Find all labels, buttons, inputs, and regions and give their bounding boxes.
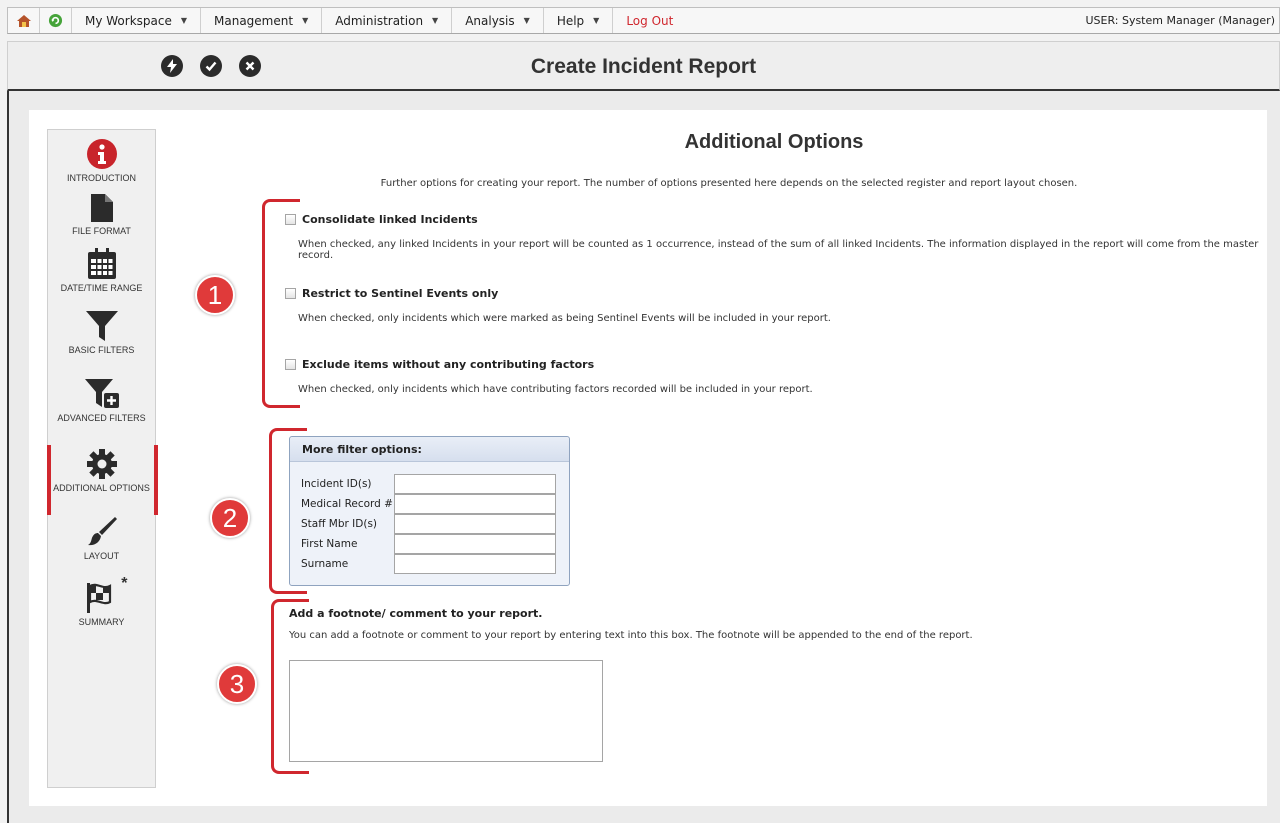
field-label: Medical Record # (301, 498, 393, 510)
callout-badge-1: 1 (195, 275, 235, 315)
incident-id-input[interactable] (394, 474, 556, 494)
footnote-title: Add a footnote/ comment to your report. (289, 607, 543, 620)
contributing-factors-checkbox[interactable] (285, 359, 296, 370)
field-label: Staff Mbr ID(s) (301, 518, 378, 530)
section-description: Further options for creating your report… (380, 178, 1078, 189)
menu-my-workspace[interactable]: My Workspace ▼ (72, 8, 202, 33)
filter-row-first-name: First Name (301, 534, 556, 554)
option-label: Restrict to Sentinel Events only (302, 287, 499, 300)
filter-row-medical-record: Medical Record # (301, 494, 556, 514)
option-description: When checked, only incidents which have … (298, 384, 813, 395)
consolidate-linked-checkbox[interactable] (285, 214, 296, 225)
more-filter-options-panel: More filter options: Incident ID(s) Medi… (289, 436, 570, 586)
footnote-textarea[interactable] (289, 660, 603, 762)
footnote-description: You can add a footnote or comment to you… (289, 630, 973, 641)
filter-icon (85, 311, 118, 341)
medical-record-input[interactable] (394, 494, 556, 514)
filter-row-surname: Surname (301, 554, 556, 574)
field-label: Incident ID(s) (301, 478, 372, 490)
option-consolidate-linked: Consolidate linked Incidents When checke… (285, 213, 1260, 261)
top-navigation-bar: My Workspace ▼ Management ▼ Administration… (7, 7, 1280, 34)
file-icon (90, 194, 113, 222)
home-icon[interactable] (8, 8, 40, 33)
calendar-icon (87, 248, 116, 279)
logout-link[interactable]: Log Out (613, 8, 686, 33)
chevron-down-icon: ▼ (180, 16, 188, 25)
field-label: First Name (301, 538, 358, 550)
summary-marker: * (121, 575, 128, 592)
first-name-input[interactable] (394, 534, 556, 554)
field-label: Surname (301, 558, 349, 570)
page-title: Create Incident Report (530, 55, 757, 78)
gear-icon (86, 449, 117, 479)
sidebar-item-introduction[interactable]: INTRODUCTION (48, 138, 155, 184)
user-label: USER: System Manager (Manager) (1085, 14, 1275, 27)
sidebar-item-additional-options[interactable]: ADDITIONAL OPTIONS (47, 445, 158, 515)
sidebar-item-layout[interactable]: LAYOUT (48, 516, 155, 562)
menu-administration[interactable]: Administration ▼ (322, 8, 453, 33)
staff-id-input[interactable] (394, 514, 556, 534)
option-description: When checked, any linked Incidents in yo… (298, 239, 1259, 261)
option-sentinel-events: Restrict to Sentinel Events only When ch… (285, 287, 1260, 324)
info-icon (86, 139, 117, 169)
chevron-down-icon: ▼ (302, 16, 309, 25)
callout-badge-3: 3 (217, 664, 257, 704)
option-label: Exclude items without any contributing f… (302, 358, 595, 371)
sidebar-item-basic-filters[interactable]: BASIC FILTERS (48, 310, 155, 356)
section-title: Additional Options (684, 131, 864, 153)
menu-management[interactable]: Management ▼ (201, 8, 323, 33)
filter-row-staff-id: Staff Mbr ID(s) (301, 514, 556, 534)
refresh-icon[interactable] (40, 8, 72, 33)
chevron-down-icon: ▼ (593, 16, 600, 25)
filter-panel-heading: More filter options: (290, 437, 569, 462)
content-frame: INTRODUCTION FILE FORMAT DATE/TIME RANGE… (7, 91, 1280, 823)
menu-analysis[interactable]: Analysis ▼ (452, 8, 544, 33)
surname-input[interactable] (394, 554, 556, 574)
menu-help[interactable]: Help ▼ (544, 8, 614, 33)
callout-badge-2: 2 (210, 498, 250, 538)
option-contributing-factors: Exclude items without any contributing f… (285, 358, 1260, 395)
wizard-sidebar: INTRODUCTION FILE FORMAT DATE/TIME RANGE… (47, 129, 158, 788)
sentinel-events-checkbox[interactable] (285, 288, 296, 299)
chevron-down-icon: ▼ (432, 16, 439, 25)
wizard-panel: INTRODUCTION FILE FORMAT DATE/TIME RANGE… (29, 110, 1267, 806)
toolbar: Create Incident Report (7, 41, 1280, 91)
option-description: When checked, only incidents which were … (298, 313, 831, 324)
sidebar-item-date-time-range[interactable]: DATE/TIME RANGE (48, 248, 155, 294)
flag-icon (86, 583, 111, 613)
sidebar-item-advanced-filters[interactable]: ADVANCED FILTERS (48, 378, 155, 424)
sidebar-item-file-format[interactable]: FILE FORMAT (48, 193, 155, 237)
filter-plus-icon (84, 379, 119, 408)
brush-icon (87, 517, 117, 546)
sidebar-item-summary[interactable]: * SUMMARY (48, 576, 155, 628)
chevron-down-icon: ▼ (523, 16, 530, 25)
filter-row-incident-id: Incident ID(s) (301, 474, 556, 494)
option-label: Consolidate linked Incidents (302, 213, 478, 226)
